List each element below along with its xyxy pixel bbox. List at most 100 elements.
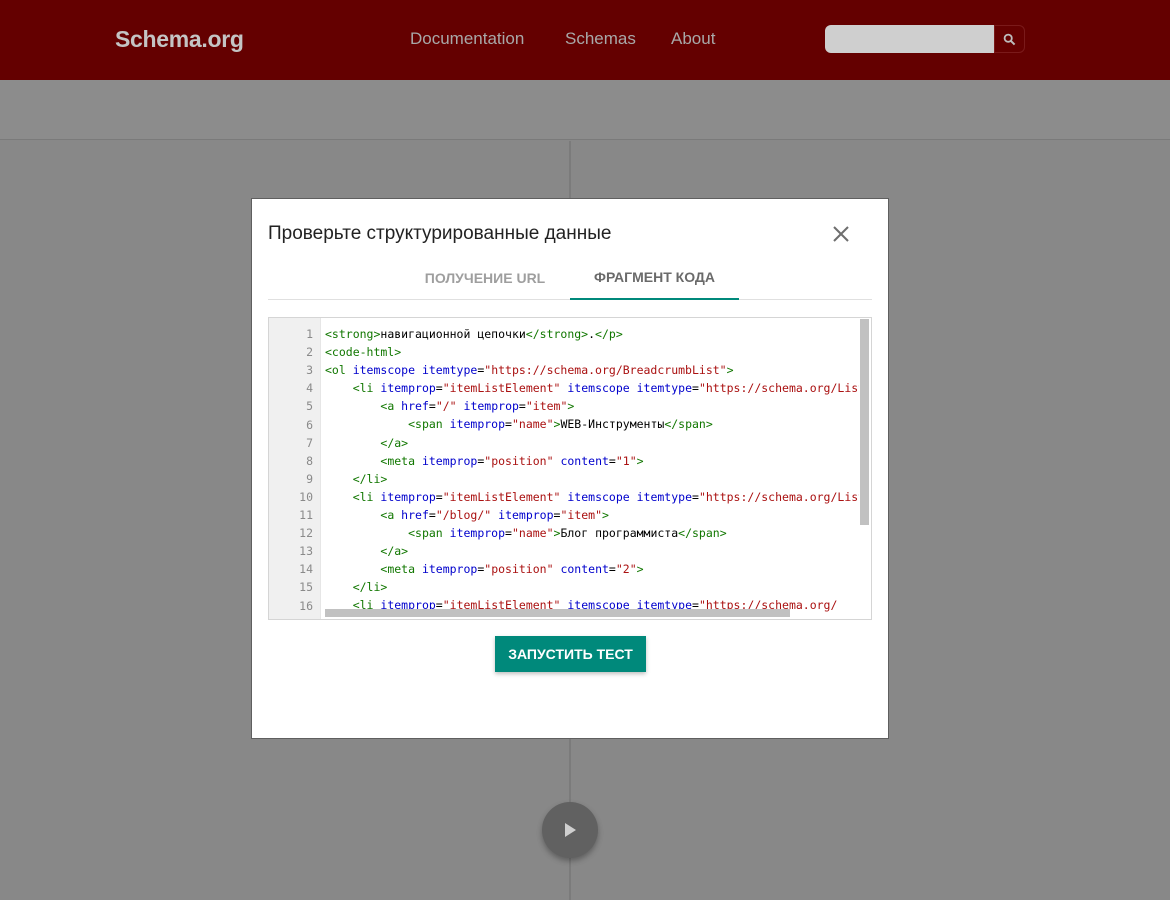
code-editor[interactable]: 1 2 3 4 5 6 7 8 9 10 11 12 13 14 15 16 <strong>навигаци…: [268, 317, 872, 620]
code-token: <li: [352, 381, 381, 396]
line-number: 5: [306, 399, 313, 414]
search-icon: [1003, 33, 1016, 45]
code-token: itemprop: [463, 399, 519, 414]
code-token: href: [401, 399, 429, 414]
code-token: <code-html>: [325, 345, 402, 360]
code-token: <strong>: [325, 327, 381, 341]
line-number: 2: [306, 345, 313, 360]
line-number: 4: [306, 381, 313, 396]
line-number: 1: [306, 327, 313, 341]
site-logo[interactable]: Schema.org: [115, 26, 244, 53]
run-test-button[interactable]: ЗАПУСТИТЬ ТЕСТ: [495, 636, 646, 672]
tab-code-snippet[interactable]: ФРАГМЕНТ КОДА: [570, 255, 739, 300]
code-token: "1": [615, 453, 637, 468]
nav-link-about[interactable]: About: [671, 29, 715, 49]
code-token: itemprop: [380, 381, 436, 396]
nav-link-schemas[interactable]: Schemas: [565, 29, 636, 49]
dialog-tabs: ПОЛУЧЕНИЕ URL ФРАГМЕНТ КОДА: [268, 255, 872, 300]
code-line: <a href="/blog/" itemprop="item">: [325, 506, 859, 524]
code-line: <strong>навигационной цепочки</strong>.<…: [325, 325, 859, 343]
code-token: .: [588, 327, 596, 341]
code-token: =: [428, 399, 436, 414]
close-icon: [833, 226, 849, 242]
play-button[interactable]: [542, 802, 598, 858]
code-token: itemscope itemtype: [567, 381, 692, 396]
code-token: =: [692, 489, 699, 504]
code-token: content: [560, 562, 609, 577]
code-token: =: [518, 399, 526, 414]
nav-link-documentation[interactable]: Documentation: [410, 29, 524, 49]
code-token: =: [692, 381, 699, 396]
code-token: "/blog/": [435, 507, 492, 522]
code-line: </li>: [325, 578, 859, 596]
line-number: 14: [299, 562, 313, 577]
vertical-scrollbar[interactable]: [860, 319, 869, 525]
code-token: навигационной цепочки: [380, 327, 526, 341]
code-line: </a>: [325, 542, 859, 560]
line-number: 7: [306, 435, 313, 450]
code-token: =: [435, 381, 443, 396]
line-number: 15: [299, 580, 313, 595]
code-line: <li itemprop="itemListElement" itemscope…: [325, 379, 859, 397]
page-subheader: [0, 80, 1170, 140]
code-token: content: [560, 453, 609, 468]
code-line: <ol itemscope itemtype="https://schema.o…: [325, 361, 859, 379]
code-token: <li: [352, 489, 381, 504]
code-token: itemscope itemtype: [352, 363, 478, 378]
code-token: </span>: [664, 417, 713, 432]
line-number: 9: [306, 471, 313, 486]
code-token: "/": [435, 399, 457, 414]
code-token: </span>: [678, 526, 727, 541]
code-token: "2": [615, 562, 637, 577]
code-token: itemprop: [449, 417, 506, 432]
code-line: <a href="/" itemprop="item">: [325, 397, 859, 415]
code-token: </strong>: [525, 327, 589, 341]
code-token: "item": [560, 507, 603, 522]
code-token: "https://schema.org/ListItem": [698, 381, 859, 396]
code-token: </li>: [352, 580, 388, 595]
code-token: <a: [380, 507, 402, 522]
code-token: >: [636, 562, 644, 577]
code-content[interactable]: <strong>навигационной цепочки</strong>. <…: [325, 325, 859, 619]
code-token: =: [505, 526, 512, 541]
code-token: itemprop: [498, 507, 554, 522]
horizontal-scrollbar[interactable]: [325, 609, 790, 617]
code-token: "name": [511, 417, 554, 432]
code-token: >: [567, 399, 575, 414]
code-token: "https://schema.org/ListItem": [698, 489, 859, 504]
code-token: itemprop: [421, 562, 478, 577]
line-number: 6: [306, 417, 313, 432]
code-token: "itemListElement": [442, 381, 561, 396]
search-button[interactable]: [994, 25, 1025, 53]
dialog-title: Проверьте структурированные данные: [268, 223, 612, 244]
code-line: <span itemprop="name">WEB-Инструменты</s…: [325, 415, 859, 433]
code-line: <meta itemprop="position" content="2">: [325, 560, 859, 578]
code-line: <code-html>: [325, 343, 859, 361]
code-line: <span itemprop="name">Блог программиста<…: [325, 524, 859, 542]
code-line: <meta itemprop="position" content="1">: [325, 452, 859, 470]
search-input[interactable]: [825, 25, 995, 53]
code-token: >: [636, 453, 644, 468]
code-token: Блог программиста: [560, 526, 679, 541]
code-token: >: [602, 507, 609, 522]
code-token: "name": [511, 526, 554, 541]
code-token: </li>: [352, 471, 388, 486]
code-token: =: [435, 489, 443, 504]
code-token: =: [608, 453, 616, 468]
code-token: itemprop: [449, 526, 506, 541]
line-number: 10: [299, 489, 313, 504]
code-token: >: [726, 363, 734, 378]
code-token: <ol: [325, 363, 353, 378]
close-button[interactable]: [830, 223, 852, 245]
tab-fetch-url[interactable]: ПОЛУЧЕНИЕ URL: [401, 255, 569, 300]
line-number: 16: [299, 598, 313, 613]
site-header: Schema.org Documentation Schemas About: [0, 0, 1170, 80]
code-token: <span: [408, 417, 450, 432]
